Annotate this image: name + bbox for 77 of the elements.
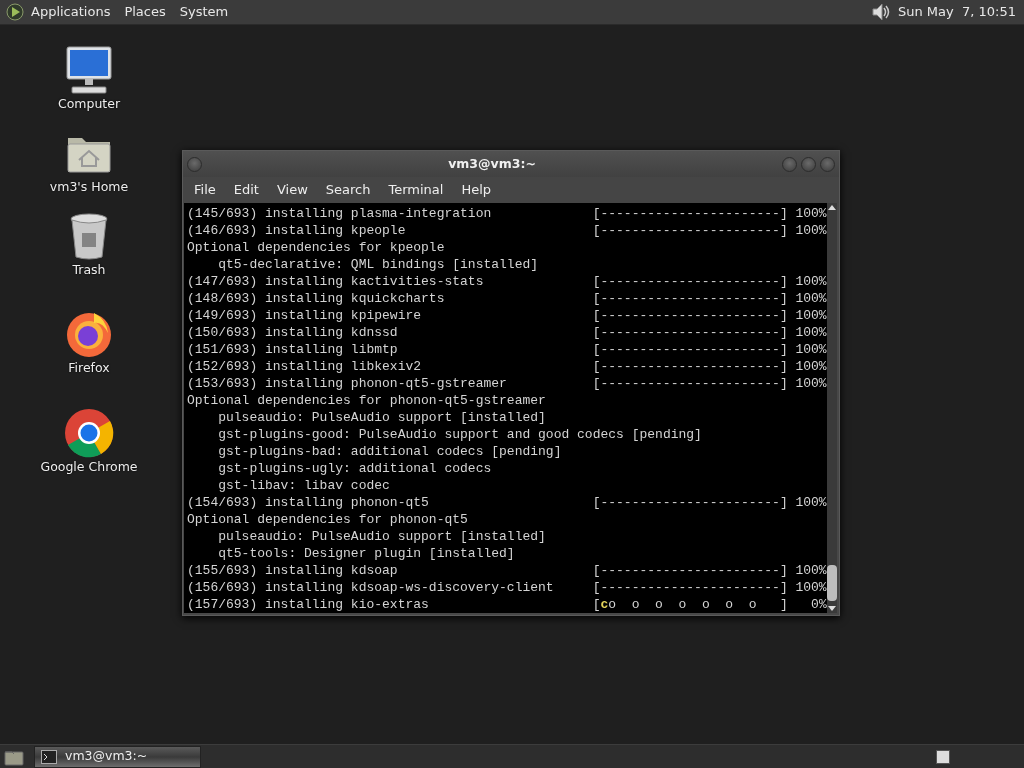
menu-item[interactable]: File <box>185 180 225 200</box>
volume-icon[interactable] <box>870 1 892 23</box>
menu-item[interactable]: Edit <box>224 180 268 200</box>
task-label: vm3@vm3:~ <box>65 747 148 766</box>
terminal-line: (147/693) installing kactivities-stats <box>187 273 485 290</box>
panel-menu[interactable]: Applications <box>24 2 118 22</box>
terminal-line: qt5-declarative: QML bindings [installed] <box>217 256 539 273</box>
progress-percent: 100% <box>794 494 827 511</box>
terminal-line: (151/693) installing libmtp <box>187 341 399 358</box>
terminal-line: (153/693) installing phonon-qt5-gstreamer <box>187 375 508 392</box>
terminal-line: Optional dependencies for phonon-qt5 <box>187 511 468 528</box>
progress-percent: 100% <box>794 341 827 358</box>
scroll-thumb[interactable] <box>826 565 837 601</box>
terminal-line: (146/693) installing kpeople <box>187 222 407 239</box>
terminal-line: (154/693) installing phonon-qt5 <box>187 494 430 511</box>
terminal-line: gst-plugins-ugly: additional codecs <box>217 460 492 477</box>
terminal-icon <box>41 749 57 764</box>
menu-item[interactable]: Help <box>452 180 501 200</box>
terminal-line: (155/693) installing kdsoap <box>187 562 399 579</box>
progress-bar-text: [-----------------------] <box>592 562 788 579</box>
menu-item[interactable]: Search <box>316 180 380 200</box>
progress-percent: 100% <box>794 273 827 290</box>
progress-bar-text: [-----------------------] <box>592 307 788 324</box>
terminal-line: pulseaudio: PulseAudio support [installed] <box>217 528 546 545</box>
icon-label[interactable]: Firefox <box>68 359 110 378</box>
menu-item[interactable]: View <box>267 180 317 200</box>
progress-bar-text: [-----------------------] <box>592 494 788 511</box>
progress-percent: 100% <box>794 222 827 239</box>
progress-bar-text: [-----------------------] <box>592 273 788 290</box>
clock[interactable]: Sun May 7, 10:51 <box>892 2 1020 22</box>
scroll-down-icon[interactable] <box>826 605 837 613</box>
terminal-line: gst-plugins-good: PulseAudio support and good codecs [pending] <box>217 426 702 443</box>
browser-icon <box>64 408 114 458</box>
progress-percent: 0% <box>810 596 827 613</box>
progress-bar-text: [-----------------------] <box>592 222 788 239</box>
icon-label[interactable]: Trash <box>72 260 106 280</box>
panel-menu[interactable]: System <box>172 2 236 22</box>
progress-percent: 100% <box>794 579 827 596</box>
terminal-line: (157/693) installing kio-extras <box>187 596 430 613</box>
icon-label[interactable]: Computer <box>57 95 121 114</box>
terminal-line: (152/693) installing libkexiv2 <box>187 358 423 375</box>
terminal-line: gst-libav: libav codec <box>217 477 390 494</box>
progress-percent: 100% <box>794 324 827 341</box>
terminal-line: gst-plugins-bad: additional codecs [pending] <box>217 443 562 460</box>
progress-bar-text: [-----------------------] <box>592 341 788 358</box>
panel-menu[interactable]: Places <box>117 2 173 22</box>
progress-percent: 100% <box>794 358 827 375</box>
terminal-line: Optional dependencies for phonon-qt5-gstreamer <box>187 392 546 409</box>
progress-bar-text: [-----------------------] <box>592 579 788 596</box>
terminal-line: qt5-tools: Designer plugin [installed] <box>217 545 515 562</box>
main-menu-icon[interactable] <box>6 3 24 21</box>
computer-icon <box>64 45 114 95</box>
progress-percent: 100% <box>794 375 827 392</box>
scrollbar[interactable] <box>826 203 837 613</box>
icon-label[interactable]: vm3's Home <box>49 177 129 197</box>
window-title: vm3@vm3:~ <box>448 154 536 173</box>
progress-percent: 100% <box>794 307 827 324</box>
icon-label[interactable]: Google Chrome <box>40 458 138 477</box>
progress-percent: 100% <box>794 205 827 222</box>
progress-bar-text: [co o o o o o o ] <box>592 596 788 613</box>
terminal-line: (149/693) installing kpipewire <box>187 307 423 324</box>
progress-percent: 100% <box>794 562 827 579</box>
progress-bar-text: [-----------------------] <box>592 205 788 222</box>
progress-bar-text: [-----------------------] <box>592 375 788 392</box>
progress-bar-text: [-----------------------] <box>592 290 788 307</box>
terminal-line: (150/693) installing kdnssd <box>187 324 399 341</box>
terminal-line: pulseaudio: PulseAudio support [installed] <box>217 409 546 426</box>
terminal-line: Optional dependencies for kpeople <box>187 239 445 256</box>
terminal-line: (148/693) installing kquickcharts <box>187 290 446 307</box>
progress-bar-text: [-----------------------] <box>592 358 788 375</box>
terminal-line: (156/693) installing kdsoap-ws-discovery-client <box>187 579 555 596</box>
menu-item[interactable]: Terminal <box>379 180 453 200</box>
workspace-switcher[interactable] <box>936 749 950 764</box>
taskbar-button[interactable]: vm3@vm3:~ <box>34 745 201 768</box>
terminal-line: (145/693) installing plasma-integration <box>187 205 493 222</box>
progress-bar-text: [-----------------------] <box>592 324 788 341</box>
progress-percent: 100% <box>794 290 827 307</box>
